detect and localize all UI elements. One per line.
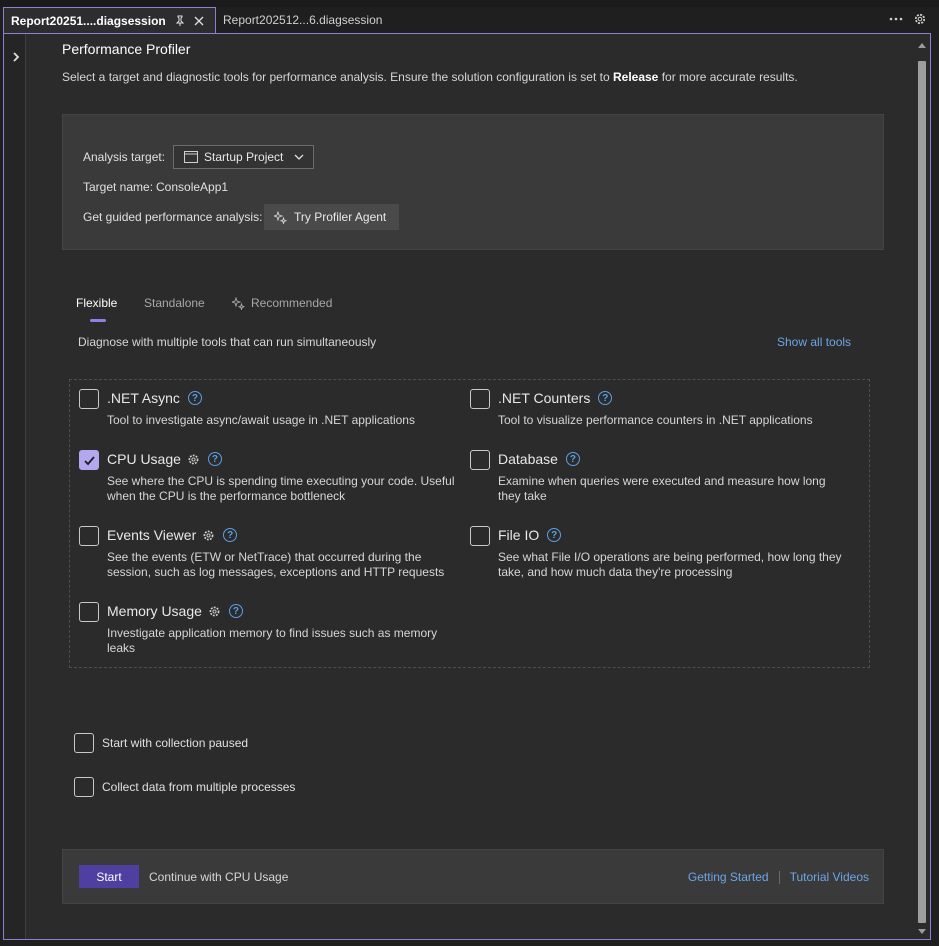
tool-description: Examine when queries were executed and m… bbox=[498, 474, 826, 503]
tool-name: File IO bbox=[498, 527, 540, 543]
tool-name: .NET Counters bbox=[498, 390, 591, 406]
scroll-down-arrow-icon[interactable] bbox=[918, 929, 926, 934]
help-icon[interactable]: ? bbox=[187, 391, 202, 405]
help-icon[interactable]: ? bbox=[547, 528, 562, 542]
help-icon[interactable]: ? bbox=[223, 528, 238, 542]
target-name-value: ConsoleApp1 bbox=[156, 180, 229, 194]
tool-name: .NET Async bbox=[107, 390, 180, 406]
tool-checkbox[interactable] bbox=[79, 602, 99, 622]
help-icon[interactable]: ? bbox=[598, 391, 613, 405]
scroll-thumb[interactable] bbox=[918, 61, 926, 923]
tool-checkbox[interactable] bbox=[470, 389, 490, 409]
profiler-content: Performance Profiler Select a target and… bbox=[4, 34, 915, 939]
sparkle-icon bbox=[232, 296, 245, 310]
vertical-scrollbar[interactable] bbox=[915, 34, 929, 939]
help-icon[interactable]: ? bbox=[228, 604, 243, 618]
footer-bar: Start Continue with CPU Usage Getting St… bbox=[62, 849, 884, 904]
tools-list: .NET Async? Tool to investigate async/aw… bbox=[69, 379, 870, 668]
multiple-processes-label: Collect data from multiple processes bbox=[102, 780, 296, 794]
gear-icon[interactable] bbox=[202, 529, 215, 542]
tab-recommended[interactable]: Recommended bbox=[232, 296, 332, 310]
start-paused-checkbox[interactable] bbox=[74, 733, 94, 753]
close-icon[interactable] bbox=[191, 13, 207, 29]
gear-icon[interactable] bbox=[187, 453, 200, 466]
target-name-label: Target name: bbox=[83, 180, 154, 194]
profiler-document: Performance Profiler Select a target and… bbox=[3, 33, 931, 940]
guided-analysis-label: Get guided performance analysis: bbox=[83, 210, 263, 224]
start-paused-label: Start with collection paused bbox=[102, 736, 249, 750]
tool-name: Memory Usage bbox=[107, 603, 202, 619]
analysis-target-dropdown[interactable]: Startup Project bbox=[173, 145, 314, 169]
tool-description: Tool to investigate async/await usage in… bbox=[107, 413, 415, 427]
tool-description: See the events (ETW or NetTrace) that oc… bbox=[107, 550, 445, 579]
release-text: Release bbox=[612, 70, 659, 84]
tool-checkbox[interactable] bbox=[470, 450, 490, 470]
tool-checkbox[interactable] bbox=[470, 526, 490, 546]
check-icon bbox=[84, 456, 95, 466]
tutorial-videos-link[interactable]: Tutorial Videos bbox=[790, 870, 869, 884]
continue-text: Continue with CPU Usage bbox=[149, 870, 289, 884]
help-icon[interactable]: ? bbox=[207, 452, 222, 466]
tools-description: Diagnose with multiple tools that can ru… bbox=[78, 335, 377, 349]
document-tab-strip: Report20251....diagsession Report202512.… bbox=[0, 0, 939, 34]
try-profiler-agent-label: Try Profiler Agent bbox=[294, 210, 387, 224]
tab-title: Report20251....diagsession bbox=[11, 14, 166, 28]
scroll-up-arrow-icon[interactable] bbox=[918, 43, 926, 48]
analysis-target-panel: Analysis target: Startup Project Target … bbox=[62, 114, 884, 250]
link-separator bbox=[778, 870, 780, 884]
more-options-icon[interactable] bbox=[888, 11, 904, 27]
tool-checkbox[interactable] bbox=[79, 526, 99, 546]
getting-started-link[interactable]: Getting Started bbox=[688, 870, 769, 884]
gear-icon[interactable] bbox=[912, 11, 928, 27]
tool-description: See what File I/O operations are being p… bbox=[498, 550, 842, 579]
tool-description: Investigate application memory to find i… bbox=[107, 626, 438, 655]
multiple-processes-checkbox[interactable] bbox=[74, 777, 94, 797]
tab-title: Report202512...6.diagsession bbox=[223, 13, 383, 27]
tool-name: Events Viewer bbox=[107, 527, 197, 543]
tab-report-inactive[interactable]: Report202512...6.diagsession bbox=[217, 9, 382, 31]
analysis-target-value: Startup Project bbox=[204, 150, 284, 164]
try-profiler-agent-button[interactable]: Try Profiler Agent bbox=[264, 204, 399, 230]
chevron-down-icon bbox=[294, 154, 304, 160]
tool-checkbox[interactable] bbox=[79, 389, 99, 409]
gear-icon[interactable] bbox=[208, 605, 221, 618]
tool-name: CPU Usage bbox=[107, 451, 181, 467]
window-icon bbox=[184, 151, 198, 163]
analysis-target-label: Analysis target: bbox=[83, 150, 166, 164]
show-all-tools-link[interactable]: Show all tools bbox=[777, 335, 851, 349]
page-title: Performance Profiler bbox=[62, 41, 191, 57]
title-strip bbox=[0, 0, 939, 7]
tool-description: Tool to visualize performance counters i… bbox=[498, 413, 813, 427]
sparkle-icon bbox=[274, 210, 287, 224]
tab-report-active[interactable]: Report20251....diagsession bbox=[3, 7, 216, 34]
start-button[interactable]: Start bbox=[79, 865, 139, 888]
active-tab-indicator bbox=[90, 319, 106, 322]
help-icon[interactable]: ? bbox=[565, 452, 580, 466]
tool-checkbox-checked[interactable] bbox=[79, 450, 99, 470]
tool-name: Database bbox=[498, 451, 558, 467]
footer-links: Getting Started Tutorial Videos bbox=[688, 870, 869, 884]
tool-description: See where the CPU is spending time execu… bbox=[107, 474, 455, 503]
page-description: Select a target and diagnostic tools for… bbox=[62, 70, 798, 84]
tab-standalone[interactable]: Standalone bbox=[144, 296, 205, 310]
tab-flexible[interactable]: Flexible bbox=[76, 296, 117, 310]
pin-icon[interactable] bbox=[172, 13, 188, 29]
